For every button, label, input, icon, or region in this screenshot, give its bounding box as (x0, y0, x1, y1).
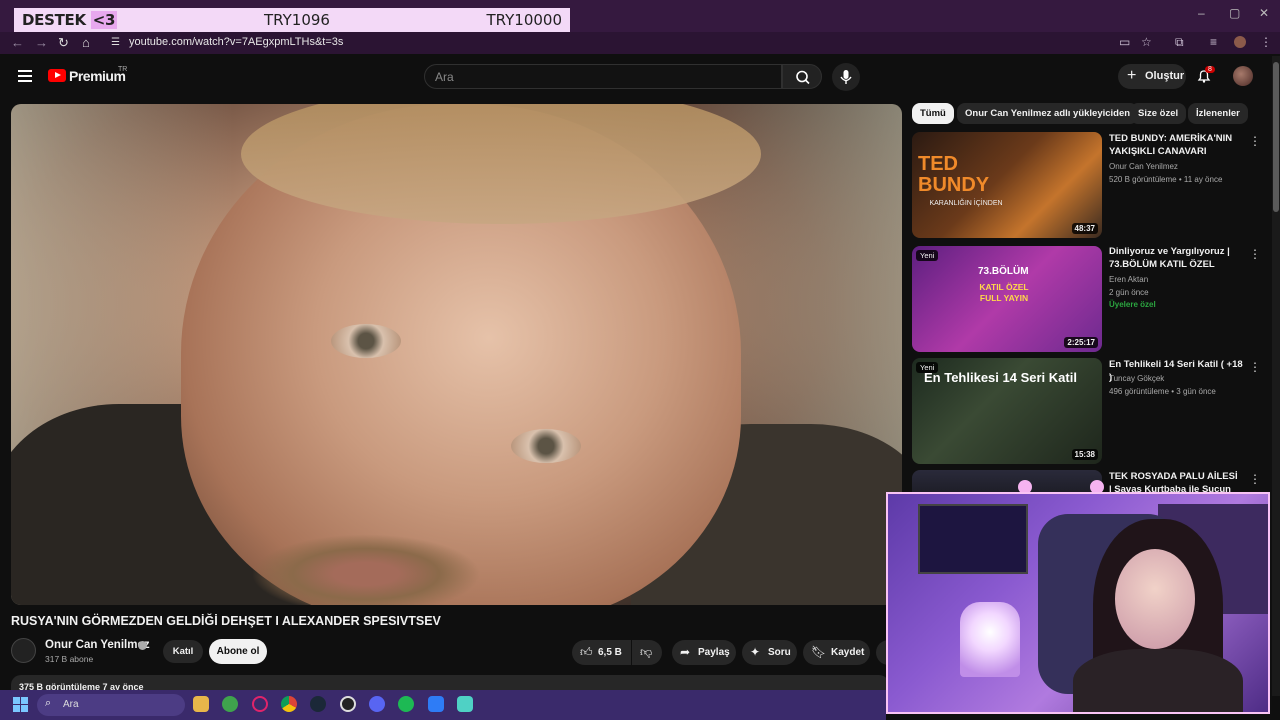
spotify-icon[interactable] (398, 696, 414, 712)
maximize-button[interactable]: ▢ (1229, 6, 1240, 20)
site-info-icon[interactable]: ☰ (111, 37, 120, 48)
search-box[interactable] (424, 64, 782, 89)
related-video-title[interactable]: TED BUNDY: AMERİKA'NIN YAKIŞIKLI CANAVAR… (1109, 132, 1241, 158)
related-thumbnail[interactable]: TED BUNDY KARANLIĞIN İÇİNDEN 48:37 (912, 132, 1102, 238)
obs-icon[interactable] (340, 696, 356, 712)
address-bar[interactable]: youtube.com/watch?v=7AEgxpmLTHs&t=3s (129, 36, 343, 48)
related-thumbnail[interactable]: Yeni 73.BÖLÜM KATIL ÖZEL FULL YAYIN 2:25… (912, 246, 1102, 352)
donation-goal-bar: DESTEK <3 TRY1096 TRY10000 (14, 8, 570, 32)
windows-start-icon[interactable] (13, 697, 29, 713)
reload-icon[interactable]: ↻ (58, 35, 69, 51)
app-icon[interactable] (428, 696, 444, 712)
related-video-title[interactable]: Dinliyoruz ve Yargılıyoruz | 73.BÖLÜM KA… (1109, 245, 1241, 271)
notification-count-badge: 8 (1205, 66, 1215, 73)
app-icon[interactable] (457, 696, 473, 712)
video-duration: 48:37 (1071, 223, 1098, 234)
file-explorer-icon[interactable] (193, 696, 209, 712)
bookmark-icon: 🔖︎ (811, 645, 827, 659)
region-label: TR (118, 66, 128, 73)
xbox-icon[interactable] (222, 696, 238, 712)
home-icon[interactable]: ⌂ (82, 35, 90, 50)
channel-name[interactable]: Onur Can Yenilmez (45, 639, 150, 651)
chip-for-you[interactable]: Size özel (1130, 103, 1187, 124)
channel-avatar[interactable] (11, 638, 36, 663)
members-only-badge: Üyelere özel (1109, 300, 1156, 309)
youtube-premium-brand[interactable]: Premium (69, 68, 126, 84)
video-title: RUSYA'NIN GÖRMEZDEN GELDİĞİ DEHŞET I ALE… (11, 614, 441, 628)
related-channel[interactable]: Tuncay Gökçek (1109, 372, 1164, 385)
related-thumbnail[interactable]: Yeni En Tehlikesi 14 Seri Katil 15:38 (912, 358, 1102, 464)
voice-search-button[interactable] (832, 63, 860, 91)
hamburger-menu-icon[interactable] (18, 70, 32, 82)
related-meta: 520 B görüntüleme • 11 ay önce (1109, 175, 1223, 184)
media-control-icon[interactable]: ≡ (1210, 35, 1217, 49)
related-more-icon[interactable]: ⋮ (1249, 247, 1261, 261)
cast-icon[interactable]: ▭ (1119, 35, 1130, 49)
search-icon (796, 70, 810, 85)
search-icon: ⌕ (45, 697, 52, 709)
related-more-icon[interactable]: ⋮ (1249, 472, 1261, 486)
chip-from-uploader[interactable]: Onur Can Yenilmez adlı yükleyiciden (957, 103, 1139, 124)
ask-button[interactable]: ✦ Soru (742, 640, 797, 665)
related-more-icon[interactable]: ⋮ (1249, 134, 1261, 148)
verified-icon (138, 641, 147, 650)
subscribe-button[interactable]: Abone ol (209, 639, 267, 664)
chrome-icon[interactable] (281, 696, 297, 712)
thumbs-down-icon: 👎︎ (640, 645, 653, 659)
related-channel[interactable]: Onur Can Yenilmez (1109, 160, 1178, 173)
plus-icon: + (1127, 67, 1137, 84)
related-meta: 496 görüntüleme • 3 gün önce (1109, 387, 1216, 396)
chip-watched[interactable]: İzlenenler (1188, 103, 1248, 124)
donation-goal: TRY10000 (486, 11, 562, 29)
share-arrow-icon: ➦ (680, 645, 691, 659)
donation-current: TRY1096 (264, 11, 330, 29)
video-duration: 2:25:17 (1064, 337, 1098, 348)
chip-all[interactable]: Tümü (912, 103, 954, 124)
create-button[interactable]: + Oluştur (1118, 64, 1186, 89)
related-meta: 2 gün önce (1109, 288, 1149, 297)
account-avatar[interactable] (1233, 66, 1253, 86)
dislike-button[interactable]: 👎︎ (632, 640, 662, 665)
youtube-logo-icon[interactable] (48, 69, 66, 82)
sparkle-icon: ✦ (750, 645, 761, 659)
video-player[interactable] (11, 104, 902, 605)
forward-icon[interactable]: → (35, 35, 48, 50)
profile-avatar[interactable] (1234, 36, 1246, 48)
minimize-button[interactable]: – (1198, 6, 1205, 20)
join-button[interactable]: Katıl (163, 640, 203, 663)
microphone-icon (840, 70, 852, 84)
close-window-button[interactable]: ✕ (1259, 6, 1269, 20)
subscriber-count: 317 B abone (45, 654, 94, 664)
extensions-icon[interactable]: ⧉ (1175, 35, 1184, 50)
bookmark-star-icon[interactable]: ☆ (1141, 35, 1152, 49)
opera-icon[interactable] (252, 696, 268, 712)
new-badge: Yeni (916, 250, 939, 261)
discord-icon[interactable] (369, 696, 385, 712)
search-button[interactable] (782, 64, 822, 89)
related-channel[interactable]: Eren Aktan (1109, 273, 1148, 286)
taskbar-search[interactable]: ⌕ Ara (37, 694, 185, 716)
streamer-webcam (886, 492, 1270, 714)
related-more-icon[interactable]: ⋮ (1249, 360, 1261, 374)
steam-icon[interactable] (310, 696, 326, 712)
share-button[interactable]: ➦ Paylaş (672, 640, 736, 665)
save-button[interactable]: 🔖︎ Kaydet (803, 640, 870, 665)
like-button[interactable]: 👍︎ 6,5 B (572, 640, 631, 665)
video-duration: 15:38 (1071, 449, 1098, 460)
search-input[interactable] (425, 65, 781, 89)
donation-label: DESTEK <3 (22, 11, 118, 29)
back-icon[interactable]: ← (11, 35, 24, 50)
browser-menu-icon[interactable]: ⋮ (1260, 35, 1272, 49)
scrollbar-thumb[interactable] (1273, 62, 1279, 212)
thumbs-up-icon: 👍︎ (580, 645, 593, 659)
